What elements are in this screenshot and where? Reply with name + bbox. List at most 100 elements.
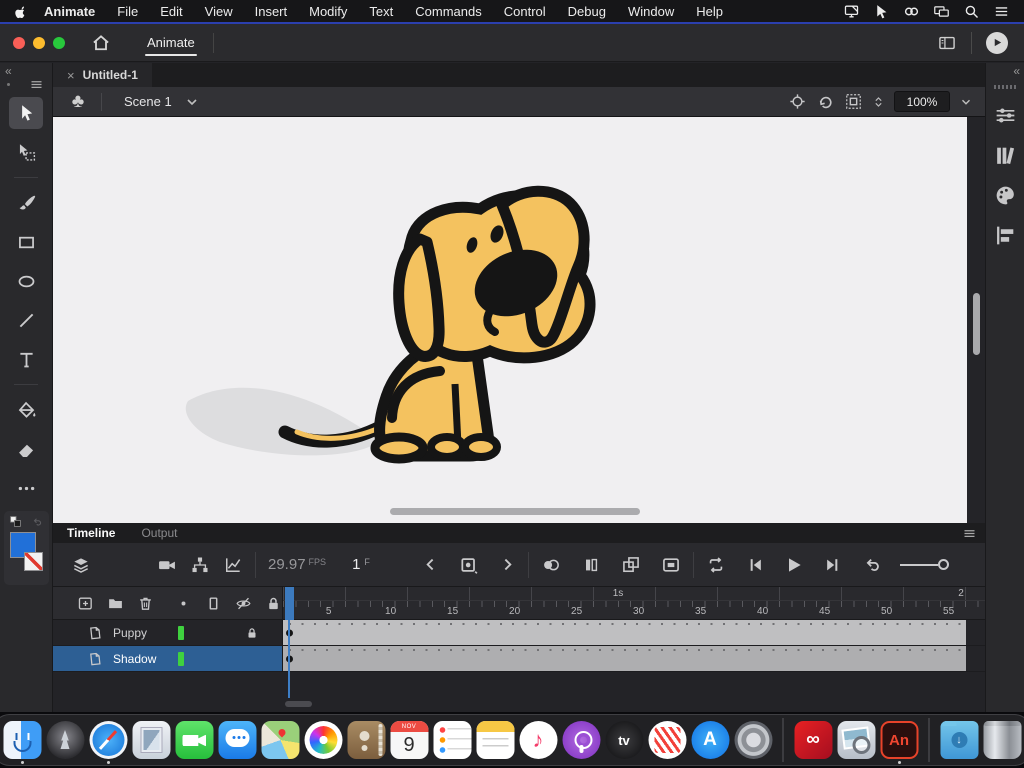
screen-pointer-icon[interactable]	[873, 3, 890, 20]
dock-app-downloads[interactable]: ↓	[939, 715, 980, 765]
stage-canvas[interactable]	[53, 117, 967, 523]
dock-app-finder[interactable]	[2, 715, 43, 765]
timeline-zoom-slider[interactable]	[899, 559, 949, 570]
align-panel-icon[interactable]	[993, 223, 1018, 248]
tab-timeline[interactable]: Timeline	[53, 526, 127, 543]
scene-chevron-down-icon[interactable]	[184, 94, 200, 110]
show-outlines-icon[interactable]	[205, 595, 222, 612]
layer-row-puppy[interactable]: Puppy	[53, 620, 283, 646]
dock-app-contacts[interactable]	[346, 715, 387, 765]
dock-app-tv[interactable]: tv	[604, 715, 645, 765]
insert-keyframe-icon[interactable]	[459, 555, 479, 575]
layer-track-shadow[interactable]	[283, 646, 985, 672]
menu-edit[interactable]: Edit	[149, 4, 193, 19]
dock-app-facetime[interactable]	[174, 715, 215, 765]
eraser-tool[interactable]	[9, 433, 43, 465]
loop-playback-icon[interactable]	[706, 555, 726, 575]
zoom-level-field[interactable]: 100%	[894, 91, 950, 112]
dock-app-music[interactable]: ♪	[518, 715, 559, 765]
brush-tool[interactable]	[9, 187, 43, 219]
notification-center-icon[interactable]	[993, 3, 1010, 20]
add-camera-icon[interactable]	[157, 555, 177, 575]
menu-debug[interactable]: Debug	[557, 4, 617, 19]
timeline-ruler[interactable]: 1s 2 5 10 15 20 25 30 35 40 45 50 55	[283, 587, 985, 620]
show-hide-all-layers-icon[interactable]	[235, 595, 252, 612]
sidecar-displays-icon[interactable]	[933, 3, 950, 20]
play-button-icon[interactable]	[784, 555, 804, 575]
new-folder-icon[interactable]	[107, 595, 124, 612]
menu-help[interactable]: Help	[685, 4, 734, 19]
stage-vertical-scrollbar[interactable]	[973, 293, 980, 355]
highlight-layer-icon[interactable]	[175, 595, 192, 612]
menu-insert[interactable]: Insert	[244, 4, 299, 19]
previous-keyframe-icon[interactable]	[422, 556, 439, 573]
layer-lock-icon[interactable]	[245, 626, 259, 640]
library-panel-icon[interactable]	[993, 143, 1018, 168]
collapse-panels-icon[interactable]: «	[1013, 64, 1020, 78]
step-back-icon[interactable]	[745, 555, 765, 575]
dock-app-safari[interactable]	[88, 715, 129, 765]
dock-app-news[interactable]	[647, 715, 688, 765]
display-mirroring-icon[interactable]	[843, 3, 860, 20]
menu-file[interactable]: File	[106, 4, 149, 19]
dock-app-animate[interactable]: An	[879, 715, 920, 765]
menu-animate[interactable]: Animate	[35, 4, 106, 19]
dock-app-launchpad[interactable]	[45, 715, 86, 765]
onion-skin-icon[interactable]	[541, 555, 561, 575]
collapse-tools-icon[interactable]: «	[5, 64, 12, 78]
dock-app-trash[interactable]	[982, 715, 1023, 765]
reset-timeline-zoom-icon[interactable]	[862, 555, 882, 575]
minimize-window-button[interactable]	[33, 36, 45, 49]
new-layer-icon[interactable]	[77, 595, 94, 612]
dock-app-messages[interactable]	[217, 715, 258, 765]
workspace-layout-icon[interactable]	[937, 33, 957, 53]
show-layers-icon[interactable]	[71, 555, 91, 575]
dock-app-creative-cloud[interactable]: ∞	[793, 715, 834, 765]
frame-span[interactable]	[283, 646, 966, 671]
frame-rate-field[interactable]: 29.97 FPS	[268, 556, 326, 573]
puppy-artwork[interactable]	[150, 179, 602, 481]
dock-app-maps[interactable]	[260, 715, 301, 765]
symbol-clip-icon[interactable]: ♣	[67, 91, 89, 113]
layer-color-swatch[interactable]	[178, 625, 184, 640]
dock-app-photos[interactable]	[303, 715, 344, 765]
timeline-horizontal-scrollbar[interactable]	[285, 701, 312, 707]
clip-content-icon[interactable]	[844, 92, 863, 111]
dock-app-calendar[interactable]: NOV 9	[389, 715, 430, 765]
layer-color-swatch[interactable]	[178, 651, 184, 666]
stage[interactable]	[53, 117, 985, 523]
spotlight-search-icon[interactable]	[963, 3, 980, 20]
close-window-button[interactable]	[13, 36, 25, 49]
creative-cloud-icon[interactable]	[903, 3, 920, 20]
home-icon[interactable]	[91, 33, 111, 53]
center-stage-icon[interactable]	[788, 92, 807, 111]
slider-knob[interactable]	[937, 559, 949, 570]
properties-panel-icon[interactable]	[993, 103, 1018, 128]
dock-app-app-store[interactable]: A	[690, 715, 731, 765]
workspace-tab-animate[interactable]: Animate	[133, 24, 209, 61]
current-frame-field[interactable]: 1 F	[352, 556, 370, 573]
zoom-window-button[interactable]	[53, 36, 65, 49]
show-parenting-icon[interactable]	[190, 555, 210, 575]
color-panel-icon[interactable]	[993, 183, 1018, 208]
layer-track-puppy[interactable]	[283, 620, 985, 646]
close-document-icon[interactable]: ×	[67, 68, 75, 83]
timeline-panel-menu-icon[interactable]	[962, 526, 977, 541]
playhead-marker[interactable]	[285, 587, 294, 620]
dock-app-notes[interactable]	[475, 715, 516, 765]
edit-multiple-frames-icon[interactable]	[621, 555, 641, 575]
document-tab-untitled-1[interactable]: × Untitled-1	[53, 63, 152, 87]
dock-app-mail[interactable]	[131, 715, 172, 765]
tools-menu-icon[interactable]	[29, 77, 44, 92]
stage-horizontal-scrollbar[interactable]	[390, 508, 640, 515]
stroke-color-swatch[interactable]	[24, 552, 43, 571]
scene-name-label[interactable]: Scene 1	[124, 94, 172, 109]
more-tools[interactable]	[9, 472, 43, 504]
frame-span[interactable]	[283, 620, 966, 645]
default-colors-icon[interactable]	[9, 515, 22, 528]
rotate-stage-icon[interactable]	[816, 92, 835, 111]
graph-editor-icon[interactable]	[223, 555, 243, 575]
selection-tool[interactable]	[9, 97, 43, 129]
quick-share-publish-button[interactable]	[986, 31, 1008, 54]
oval-tool[interactable]	[9, 265, 43, 297]
